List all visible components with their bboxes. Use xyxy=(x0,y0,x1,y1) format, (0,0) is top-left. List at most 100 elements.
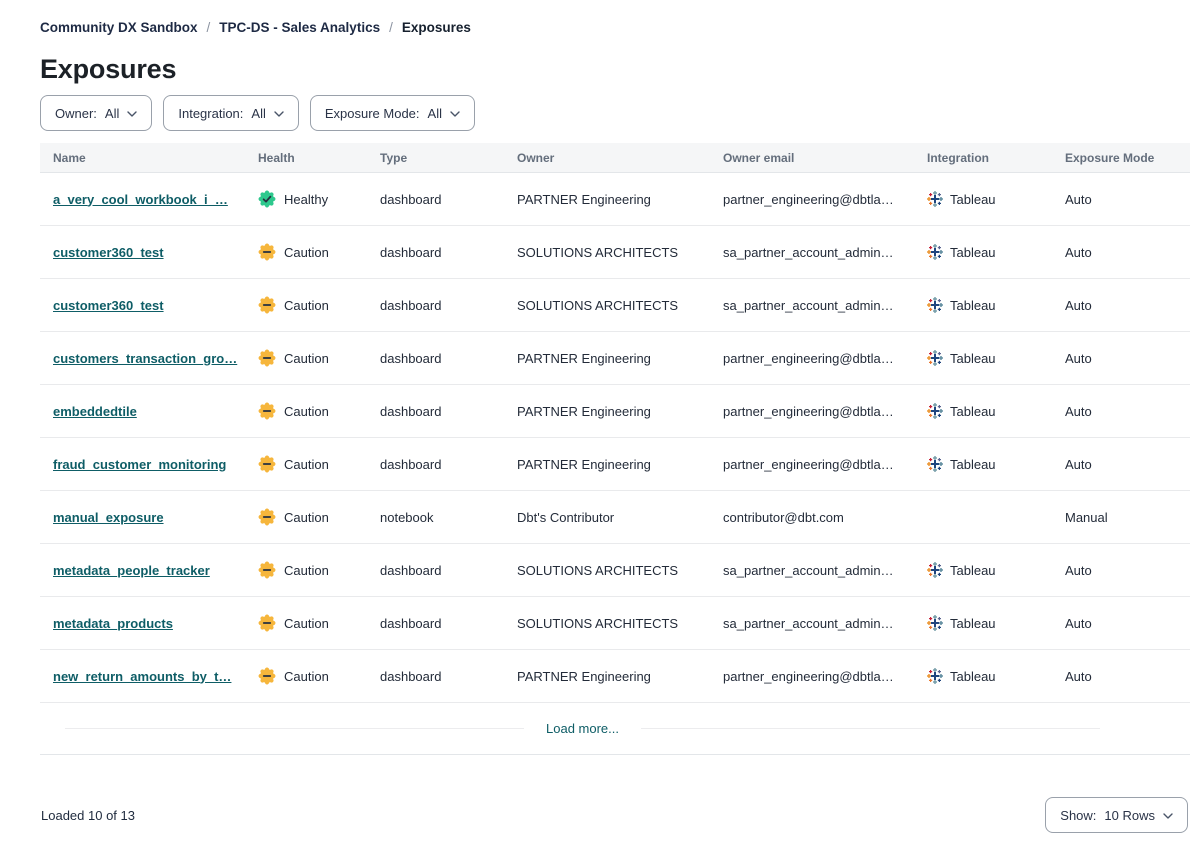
tableau-icon xyxy=(927,562,943,578)
integration-cell-content: Tableau xyxy=(927,350,996,366)
exposure-name-link[interactable]: embeddedtile xyxy=(53,404,137,419)
health-badge-icon xyxy=(258,402,276,420)
health-badge-icon xyxy=(258,667,276,685)
health-badge-icon xyxy=(258,561,276,579)
owner-email: partner_engineering@dbtla… xyxy=(710,457,914,472)
exposure-type: dashboard xyxy=(367,616,504,631)
exposure-mode: Auto xyxy=(1052,457,1190,472)
health-badge-icon xyxy=(258,243,276,261)
owner-email: sa_partner_account_admin… xyxy=(710,616,914,631)
load-more-link[interactable]: Load more... xyxy=(546,721,619,736)
integration-label: Tableau xyxy=(950,457,996,472)
integration-cell-content: Tableau xyxy=(927,403,996,419)
breadcrumb-item-project[interactable]: TPC-DS - Sales Analytics xyxy=(219,20,380,35)
chevron-down-icon xyxy=(450,111,460,117)
owner-email: partner_engineering@dbtla… xyxy=(710,192,914,207)
owner-name: Dbt's Contributor xyxy=(504,510,710,525)
exposure-mode: Auto xyxy=(1052,616,1190,631)
health-badge-icon xyxy=(258,614,276,632)
health-label: Caution xyxy=(284,563,329,578)
table-row: a_very_cool_workbook_i_… xyxy=(40,173,1190,226)
exposure-name-link[interactable]: new_return_amounts_by_t… xyxy=(53,669,231,684)
exposure-mode-filter-button[interactable]: Exposure Mode: All xyxy=(310,95,475,131)
integration-cell-content: Tableau xyxy=(927,562,996,578)
owner-email: partner_engineering@dbtla… xyxy=(710,404,914,419)
owner-email: partner_engineering@dbtla… xyxy=(710,669,914,684)
table-row: embeddedtile xyxy=(40,385,1190,438)
table-row: metadata_products xyxy=(40,597,1190,650)
owner-email: sa_partner_account_admin… xyxy=(710,563,914,578)
exposure-name-link[interactable]: fraud_customer_monitoring xyxy=(53,457,226,472)
show-rows-button[interactable]: Show: 10 Rows xyxy=(1045,797,1188,833)
exposure-type: dashboard xyxy=(367,669,504,684)
integration-label: Tableau xyxy=(950,192,996,207)
column-header-type: Type xyxy=(367,151,504,165)
integration-cell-content: Tableau xyxy=(927,191,996,207)
column-header-name: Name xyxy=(40,151,245,165)
table-row: customer360_test xyxy=(40,226,1190,279)
table-footer: Loaded 10 of 13 Show: 10 Rows xyxy=(40,797,1190,833)
exposure-mode: Auto xyxy=(1052,563,1190,578)
tableau-icon xyxy=(927,350,943,366)
tableau-icon xyxy=(927,191,943,207)
owner-email: contributor@dbt.com xyxy=(710,510,914,525)
filter-value: All xyxy=(251,106,265,121)
health-label: Caution xyxy=(284,245,329,260)
health-label: Caution xyxy=(284,298,329,313)
owner-filter-button[interactable]: Owner: All xyxy=(40,95,152,131)
exposure-mode: Auto xyxy=(1052,351,1190,366)
exposure-name-link[interactable]: customer360_test xyxy=(53,245,164,260)
table-row: fraud_customer_monitoring xyxy=(40,438,1190,491)
health-label: Healthy xyxy=(284,192,328,207)
exposure-name-link[interactable]: metadata_products xyxy=(53,616,173,631)
column-header-owner: Owner xyxy=(504,151,710,165)
chevron-down-icon xyxy=(127,111,137,117)
tableau-icon xyxy=(927,244,943,260)
filter-label: Exposure Mode: xyxy=(325,106,420,121)
show-rows-label: Show: xyxy=(1060,808,1096,823)
exposure-name-link[interactable]: manual_exposure xyxy=(53,510,164,525)
breadcrumb-item-account[interactable]: Community DX Sandbox xyxy=(40,20,198,35)
breadcrumb: Community DX Sandbox / TPC-DS - Sales An… xyxy=(40,0,1190,35)
owner-name: SOLUTIONS ARCHITECTS xyxy=(504,616,710,631)
exposure-type: dashboard xyxy=(367,563,504,578)
table-row: customers_transaction_gro… xyxy=(40,332,1190,385)
exposure-mode: Auto xyxy=(1052,669,1190,684)
loaded-count: Loaded 10 of 13 xyxy=(40,808,135,823)
column-header-health: Health xyxy=(245,151,367,165)
integration-cell-content: Tableau xyxy=(927,668,996,684)
exposure-mode: Auto xyxy=(1052,298,1190,313)
integration-label: Tableau xyxy=(950,298,996,313)
page-title: Exposures xyxy=(40,53,1190,85)
exposure-name-link[interactable]: customers_transaction_gro… xyxy=(53,351,237,366)
exposure-mode: Manual xyxy=(1052,510,1190,525)
health-label: Caution xyxy=(284,616,329,631)
breadcrumb-separator: / xyxy=(389,20,393,35)
health-label: Caution xyxy=(284,457,329,472)
integration-cell-content: Tableau xyxy=(927,297,996,313)
owner-name: SOLUTIONS ARCHITECTS xyxy=(504,245,710,260)
exposure-name-link[interactable]: metadata_people_tracker xyxy=(53,563,210,578)
exposure-type: dashboard xyxy=(367,245,504,260)
owner-name: PARTNER Engineering xyxy=(504,457,710,472)
exposure-mode: Auto xyxy=(1052,404,1190,419)
table-body: a_very_cool_workbook_i_… xyxy=(40,173,1190,703)
table-row: customer360_test xyxy=(40,279,1190,332)
health-badge-icon xyxy=(258,296,276,314)
exposures-table: Name Health Type Owner Owner email Integ… xyxy=(40,143,1190,755)
exposure-name-link[interactable]: a_very_cool_workbook_i_… xyxy=(53,192,228,207)
exposure-type: dashboard xyxy=(367,351,504,366)
exposure-name-link[interactable]: customer360_test xyxy=(53,298,164,313)
exposure-type: dashboard xyxy=(367,192,504,207)
table-row: manual_exposure xyxy=(40,491,1190,544)
exposure-type: dashboard xyxy=(367,298,504,313)
exposure-type: notebook xyxy=(367,510,504,525)
integration-label: Tableau xyxy=(950,669,996,684)
breadcrumb-item-current: Exposures xyxy=(402,20,471,35)
filter-value: All xyxy=(105,106,119,121)
tableau-icon xyxy=(927,668,943,684)
breadcrumb-separator: / xyxy=(207,20,211,35)
health-badge-icon xyxy=(258,190,276,208)
integration-filter-button[interactable]: Integration: All xyxy=(163,95,299,131)
integration-label: Tableau xyxy=(950,404,996,419)
